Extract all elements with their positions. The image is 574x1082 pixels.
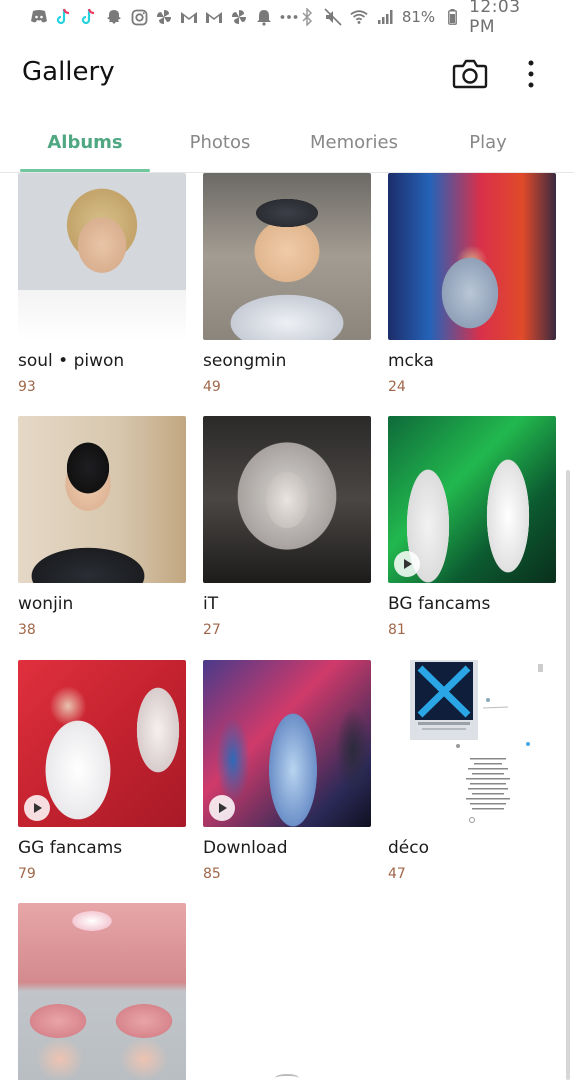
page-title: Gallery <box>22 57 115 87</box>
mute-icon <box>324 8 342 26</box>
album-count: 27 <box>203 622 221 638</box>
play-icon <box>24 795 50 821</box>
album-count: 81 <box>388 622 406 638</box>
scroll-hint-indicator <box>275 1074 299 1082</box>
tab-bar: Albums Photos Memories Play <box>0 120 574 173</box>
album-thumbnail[interactable] <box>203 660 371 827</box>
more-options-button[interactable] <box>518 58 544 90</box>
tiktok-icon <box>55 8 73 26</box>
more-dots-icon <box>280 8 298 26</box>
album-thumbnail[interactable] <box>388 660 556 827</box>
snapchat-icon <box>105 8 123 26</box>
battery-level: 81% <box>401 8 436 26</box>
album-count: 47 <box>388 866 406 882</box>
tiktok-icon <box>80 8 98 26</box>
play-icon <box>394 551 420 577</box>
bluetooth-icon <box>298 8 316 26</box>
album-thumbnail[interactable] <box>18 903 186 1080</box>
album-name: seongmin <box>203 351 287 371</box>
album-count: 93 <box>18 379 36 395</box>
album-count: 38 <box>18 622 36 638</box>
notification-icons <box>30 8 298 26</box>
album-thumbnail[interactable] <box>203 173 371 340</box>
album-thumbnail[interactable] <box>18 173 186 340</box>
clock: 12:03 PM <box>469 0 521 37</box>
album-thumbnail[interactable] <box>388 173 556 340</box>
album-name: mcka <box>388 351 434 371</box>
scrollbar[interactable] <box>566 470 570 1080</box>
discord-icon <box>30 8 48 26</box>
pinwheel-icon <box>230 8 248 26</box>
pinwheel-icon <box>155 8 173 26</box>
album-count: 24 <box>388 379 406 395</box>
instagram-icon <box>130 8 148 26</box>
tab-albums[interactable]: Albums <box>20 132 150 153</box>
gmail-icon <box>180 8 198 26</box>
tab-memories[interactable]: Memories <box>294 132 414 153</box>
tab-photos[interactable]: Photos <box>160 132 280 153</box>
album-name: déco <box>388 838 429 858</box>
album-count: 49 <box>203 379 221 395</box>
deco-collage-image <box>410 660 543 823</box>
bell-icon <box>255 8 273 26</box>
system-status: 81% 12:03 PM <box>298 0 552 37</box>
play-icon <box>209 795 235 821</box>
album-name: GG fancams <box>18 838 123 858</box>
app-bar: Gallery <box>0 44 574 106</box>
album-name: soul • piwon <box>18 351 125 371</box>
album-thumbnail[interactable] <box>18 416 186 583</box>
album-name: BG fancams <box>388 594 491 614</box>
album-thumbnail[interactable] <box>203 416 371 583</box>
status-bar: 81% 12:03 PM <box>0 0 574 37</box>
album-thumbnail[interactable] <box>388 416 556 583</box>
gmail-icon <box>205 8 223 26</box>
album-count: 79 <box>18 866 36 882</box>
tab-active-indicator <box>20 169 150 172</box>
signal-icon <box>376 8 394 26</box>
album-count: 85 <box>203 866 221 882</box>
album-name: iT <box>203 594 219 614</box>
battery-icon <box>443 8 461 26</box>
camera-icon <box>452 59 488 89</box>
album-name: Download <box>203 838 288 858</box>
tab-play[interactable]: Play <box>428 132 548 153</box>
album-name: wonjin <box>18 594 74 614</box>
more-vertical-icon <box>528 60 534 88</box>
wifi-icon <box>350 8 368 26</box>
camera-button[interactable] <box>452 58 488 90</box>
album-thumbnail[interactable] <box>18 660 186 827</box>
